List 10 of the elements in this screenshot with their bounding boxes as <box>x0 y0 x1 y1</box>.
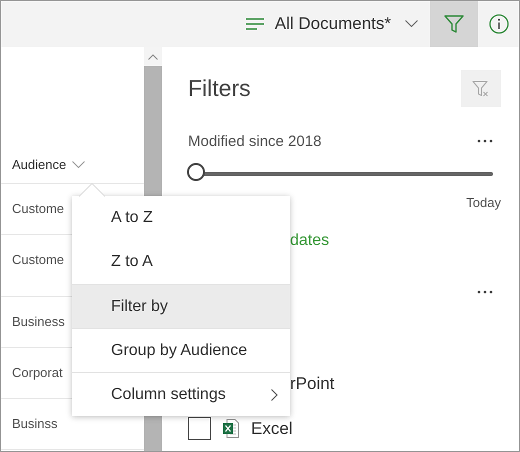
audience-cell: Businss <box>12 416 58 431</box>
file-type-label: rPoint <box>290 374 334 393</box>
audience-cell: Corporat <box>12 365 63 380</box>
slider-end-label: Today <box>466 195 501 210</box>
audience-cell: Business <box>12 314 65 329</box>
audience-cell: Custome <box>12 252 64 267</box>
file-type-label: Excel <box>251 418 293 438</box>
filter-title: Modified since 2018 <box>188 132 322 150</box>
audience-cell: Custome <box>12 201 64 216</box>
panel-title: Filters <box>188 75 251 102</box>
